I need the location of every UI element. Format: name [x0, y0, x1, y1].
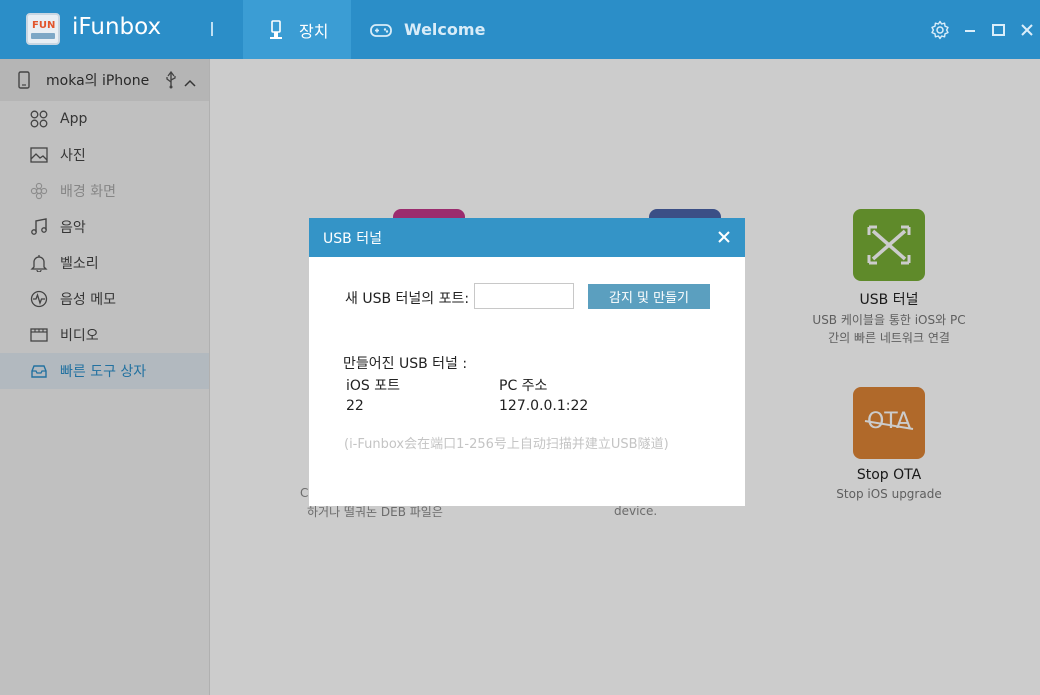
created-tunnels-label: 만들어진 USB 터널 :	[343, 356, 468, 372]
pc-address-header: PC 주소	[499, 378, 548, 394]
usb-drive-icon	[265, 19, 287, 40]
dialog-title: USB 터널	[323, 230, 382, 247]
usb-tunnel-dialog: USB 터널 새 USB 터널의 포트: 감지 및 만들기 만들어진 USB 터…	[309, 218, 745, 506]
close-icon[interactable]	[715, 228, 733, 246]
app-title: iFunbox	[72, 14, 162, 40]
ios-port-value: 22	[346, 398, 364, 414]
port-input[interactable]	[474, 283, 574, 309]
tab-device[interactable]: 장치	[243, 0, 351, 59]
tab-welcome-label: Welcome	[404, 20, 486, 39]
close-window-button[interactable]	[1017, 20, 1037, 40]
maximize-button[interactable]	[988, 20, 1008, 40]
settings-gear-icon[interactable]	[930, 20, 950, 40]
tab-welcome[interactable]: Welcome	[370, 0, 485, 59]
detect-create-button[interactable]: 감지 및 만들기	[588, 284, 710, 309]
ios-port-header: iOS 포트	[346, 378, 401, 394]
port-label: 새 USB 터널의 포트:	[345, 291, 470, 307]
dialog-header: USB 터널	[309, 218, 745, 257]
tab-device-label: 장치	[299, 21, 329, 41]
scan-hint: (i-Funbox会在端口1-256号上自动扫描并建立USB隧道)	[344, 437, 669, 452]
title-bar: FUN iFunbox 장치 Welcome	[0, 0, 1040, 59]
logo-text: FUN	[32, 20, 56, 31]
title-separator	[211, 22, 213, 36]
gamepad-icon	[370, 20, 392, 40]
minimize-button[interactable]	[960, 20, 980, 40]
pc-address-value: 127.0.0.1:22	[499, 398, 589, 414]
ifunbox-logo-icon: FUN	[26, 13, 60, 45]
